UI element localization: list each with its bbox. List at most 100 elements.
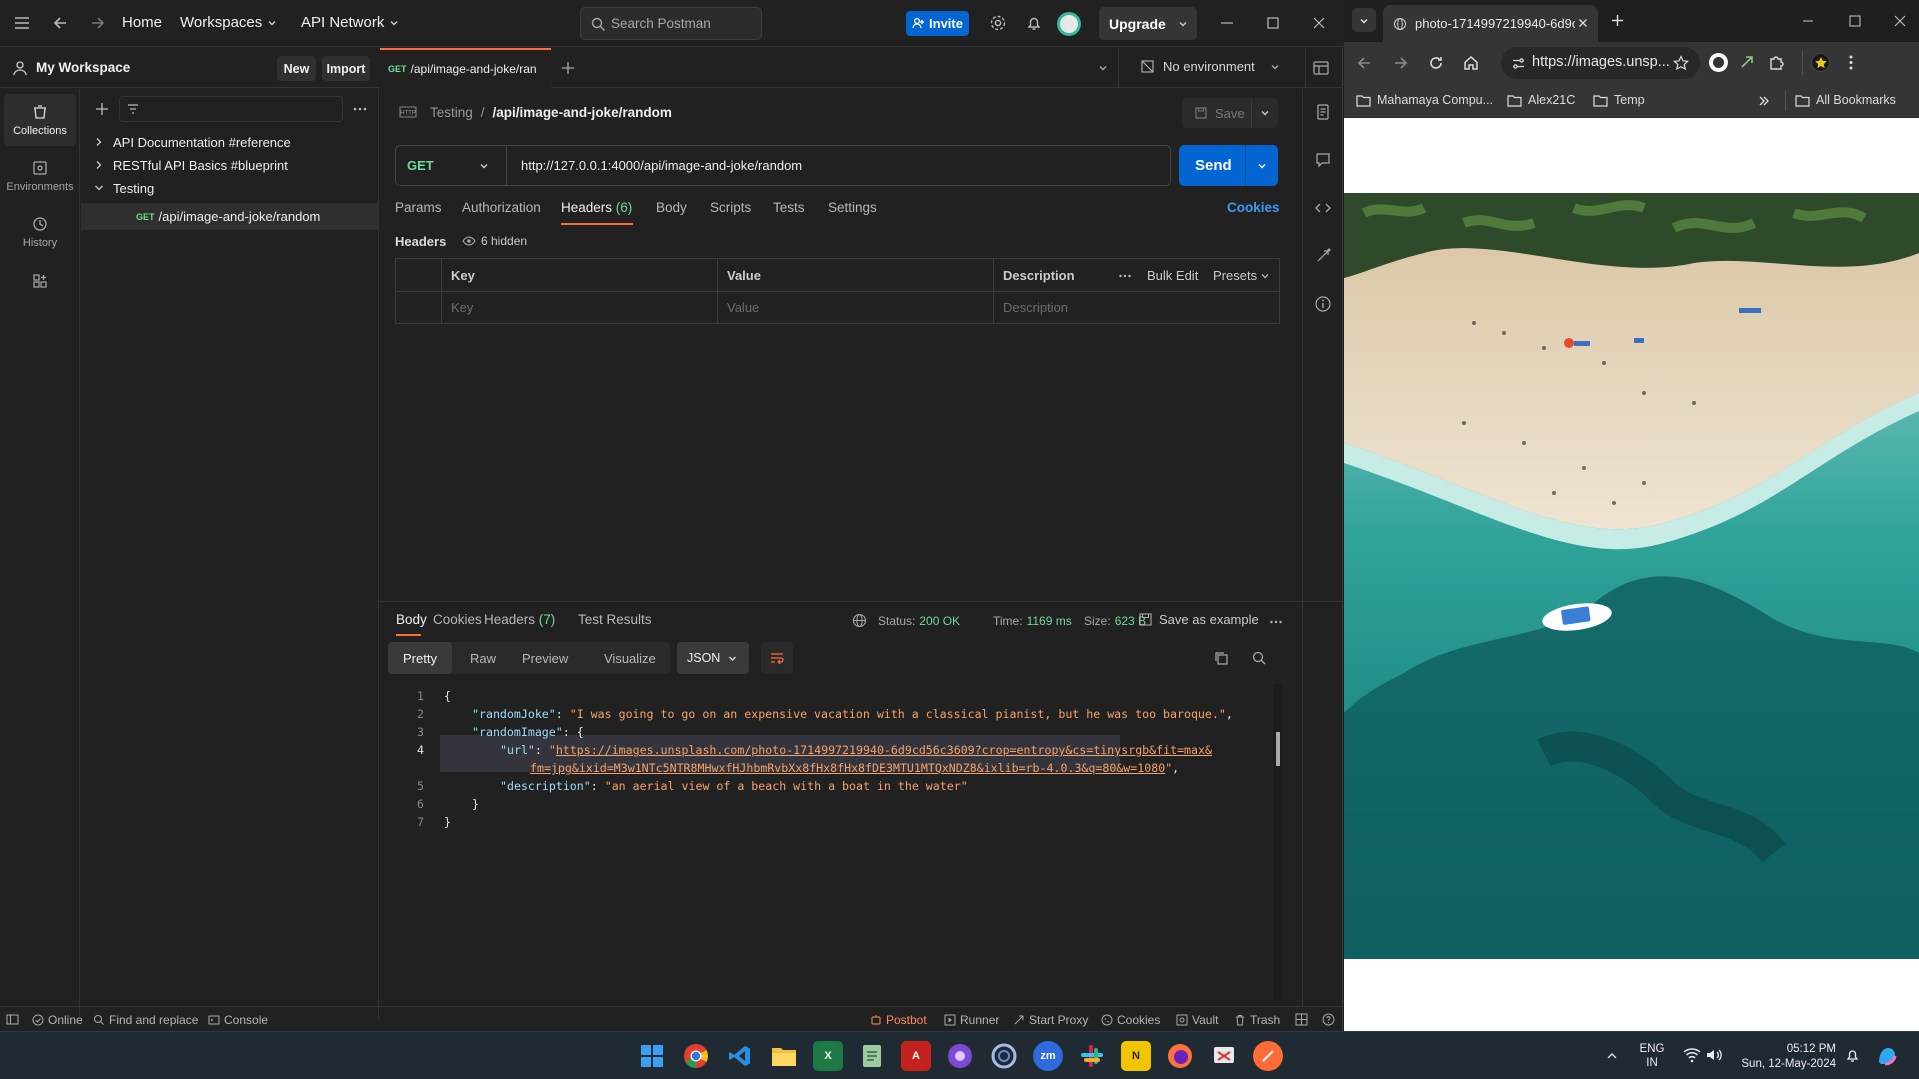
url-input[interactable]: http://127.0.0.1:4000/api/image-and-joke… xyxy=(521,158,802,173)
tree-item-testing[interactable]: Testing xyxy=(81,175,379,201)
bookmark-folder[interactable]: Mahamaya Compu... xyxy=(1356,93,1493,107)
volume-icon[interactable] xyxy=(1705,1047,1723,1063)
send-button[interactable]: Send xyxy=(1179,145,1278,186)
response-status[interactable]: Status: 200 OK xyxy=(878,614,960,628)
more-options-icon[interactable] xyxy=(1269,615,1283,629)
cookies-button[interactable]: Cookies xyxy=(1101,1013,1160,1027)
vscode-taskbar-icon[interactable] xyxy=(725,1041,755,1071)
bookmark-folder[interactable]: Temp xyxy=(1593,93,1645,107)
extensions-puzzle-icon[interactable] xyxy=(1767,53,1786,72)
bookmark-star-icon[interactable] xyxy=(1673,55,1689,71)
console-button[interactable]: Console xyxy=(208,1013,268,1027)
environment-quick-look-icon[interactable] xyxy=(1312,59,1330,77)
copy-icon[interactable] xyxy=(1213,650,1229,666)
sidebar-item-history[interactable]: History xyxy=(4,206,76,258)
search-icon[interactable] xyxy=(1251,650,1267,666)
file-explorer-taskbar-icon[interactable] xyxy=(769,1041,799,1071)
wifi-icon[interactable] xyxy=(1683,1047,1701,1063)
maximize-icon[interactable] xyxy=(1847,13,1863,29)
extension-icon[interactable] xyxy=(1709,53,1728,72)
tab-scripts[interactable]: Scripts xyxy=(710,200,751,215)
start-proxy-button[interactable]: Start Proxy xyxy=(1013,1013,1088,1027)
view-pretty-button[interactable]: Pretty xyxy=(388,642,452,674)
tab-settings[interactable]: Settings xyxy=(828,200,877,215)
notification-bell-icon[interactable] xyxy=(1844,1047,1861,1064)
more-options-icon[interactable] xyxy=(352,101,368,117)
sidebar-item-collections[interactable]: Collections xyxy=(4,94,76,146)
response-tab-cookies[interactable]: Cookies xyxy=(433,612,482,627)
chevron-down-icon[interactable] xyxy=(1259,107,1271,119)
address-bar[interactable]: https://images.unsp... xyxy=(1501,47,1700,79)
site-settings-icon[interactable] xyxy=(1511,56,1526,71)
forward-arrow-icon[interactable] xyxy=(1391,54,1409,72)
upgrade-button[interactable]: Upgrade xyxy=(1099,7,1197,40)
api-network-menu[interactable]: API Network xyxy=(301,14,400,31)
firefox-taskbar-icon[interactable] xyxy=(1165,1041,1195,1071)
copilot-icon[interactable] xyxy=(1872,1041,1902,1071)
close-icon[interactable] xyxy=(1310,14,1330,34)
sidebar-item-environments[interactable]: Environments xyxy=(4,150,76,202)
notepad-taskbar-icon[interactable] xyxy=(857,1041,887,1071)
back-arrow-icon[interactable] xyxy=(1356,54,1374,72)
zoom-taskbar-icon[interactable]: zm xyxy=(1033,1041,1063,1071)
settings-gear-icon[interactable] xyxy=(989,14,1009,34)
related-collections-icon[interactable] xyxy=(1314,247,1332,265)
wrap-lines-button[interactable] xyxy=(761,642,793,674)
more-options-icon[interactable] xyxy=(1118,269,1132,283)
response-body-viewer[interactable]: 1 2 3 4 5 6 7 { "randomJoke": "I was goi… xyxy=(380,684,1343,1004)
view-preview-button[interactable]: Preview xyxy=(522,651,568,666)
back-arrow-icon[interactable] xyxy=(52,14,72,34)
excel-taskbar-icon[interactable]: X xyxy=(813,1041,843,1071)
key-input[interactable]: Key xyxy=(451,300,473,315)
toggle-sidebar-icon[interactable] xyxy=(6,1013,19,1026)
plus-icon[interactable] xyxy=(94,101,110,117)
runner-button[interactable]: Runner xyxy=(944,1013,999,1027)
save-as-example-button[interactable]: Save as example xyxy=(1138,612,1259,627)
hidden-headers-toggle[interactable]: 6 hidden xyxy=(462,234,527,248)
environment-selector[interactable]: No environment xyxy=(1140,59,1281,74)
tab-tests[interactable]: Tests xyxy=(773,200,805,215)
vault-button[interactable]: Vault xyxy=(1176,1013,1218,1027)
clock[interactable]: 05:12 PM Sun, 12-May-2024 xyxy=(1726,1042,1836,1072)
format-select[interactable]: JSON xyxy=(677,642,749,674)
documentation-icon[interactable] xyxy=(1314,103,1332,121)
acrobat-taskbar-icon[interactable]: A xyxy=(901,1041,931,1071)
json-url-link[interactable]: fm=jpg&ixid=M3w1NTc5NTR8MHwxfHJhbmRvbXx8… xyxy=(530,761,1165,775)
tab-authorization[interactable]: Authorization xyxy=(462,200,541,215)
layout-icon[interactable] xyxy=(1295,1013,1308,1026)
extension-icon[interactable] xyxy=(1738,53,1757,72)
new-tab-plus-icon[interactable] xyxy=(560,60,576,76)
chevron-down-icon[interactable] xyxy=(1177,18,1189,30)
response-size[interactable]: Size: 623 B xyxy=(1084,614,1146,628)
chevron-double-right-icon[interactable] xyxy=(1758,95,1770,107)
profile-avatar[interactable] xyxy=(1811,53,1830,72)
tab-random-request[interactable]: GET /api/image-and-joke/ran xyxy=(380,48,551,88)
all-bookmarks-button[interactable]: All Bookmarks xyxy=(1795,93,1896,107)
description-input[interactable]: Description xyxy=(1003,300,1068,315)
json-url-link[interactable]: https://images.unsplash.com/photo-171499… xyxy=(556,743,1212,757)
cookies-link[interactable]: Cookies xyxy=(1227,200,1280,215)
tab-search-button[interactable] xyxy=(1352,8,1376,32)
trash-button[interactable]: Trash xyxy=(1234,1013,1280,1027)
new-button[interactable]: New xyxy=(277,56,316,81)
tree-item-random-request[interactable]: GET /api/image-and-joke/random xyxy=(81,203,379,230)
avatar[interactable] xyxy=(1057,12,1081,36)
find-replace-button[interactable]: Find and replace xyxy=(93,1013,198,1027)
chrome-taskbar-icon[interactable] xyxy=(681,1041,711,1071)
bookmark-folder[interactable]: Alex21C xyxy=(1507,93,1575,107)
presets-dropdown[interactable]: Presets xyxy=(1213,268,1270,283)
import-button[interactable]: Import xyxy=(322,56,370,81)
close-tab-icon[interactable] xyxy=(1577,17,1589,29)
breadcrumb-parent[interactable]: Testing xyxy=(430,105,473,120)
response-tab-test-results[interactable]: Test Results xyxy=(578,612,652,627)
chevron-down-icon[interactable] xyxy=(1256,160,1268,172)
home-icon[interactable] xyxy=(1462,54,1480,72)
filter-input[interactable] xyxy=(119,96,343,122)
maximize-icon[interactable] xyxy=(1264,14,1284,34)
chrome-tab-active[interactable]: photo-1714997219940-6d9cd5 xyxy=(1383,5,1598,42)
scrollbar-thumb[interactable] xyxy=(1276,732,1280,766)
close-icon[interactable] xyxy=(1892,13,1908,29)
chevron-down-icon[interactable] xyxy=(1097,62,1109,74)
postbot-button[interactable]: Postbot xyxy=(870,1013,927,1027)
kebab-menu-icon[interactable] xyxy=(1847,53,1855,72)
